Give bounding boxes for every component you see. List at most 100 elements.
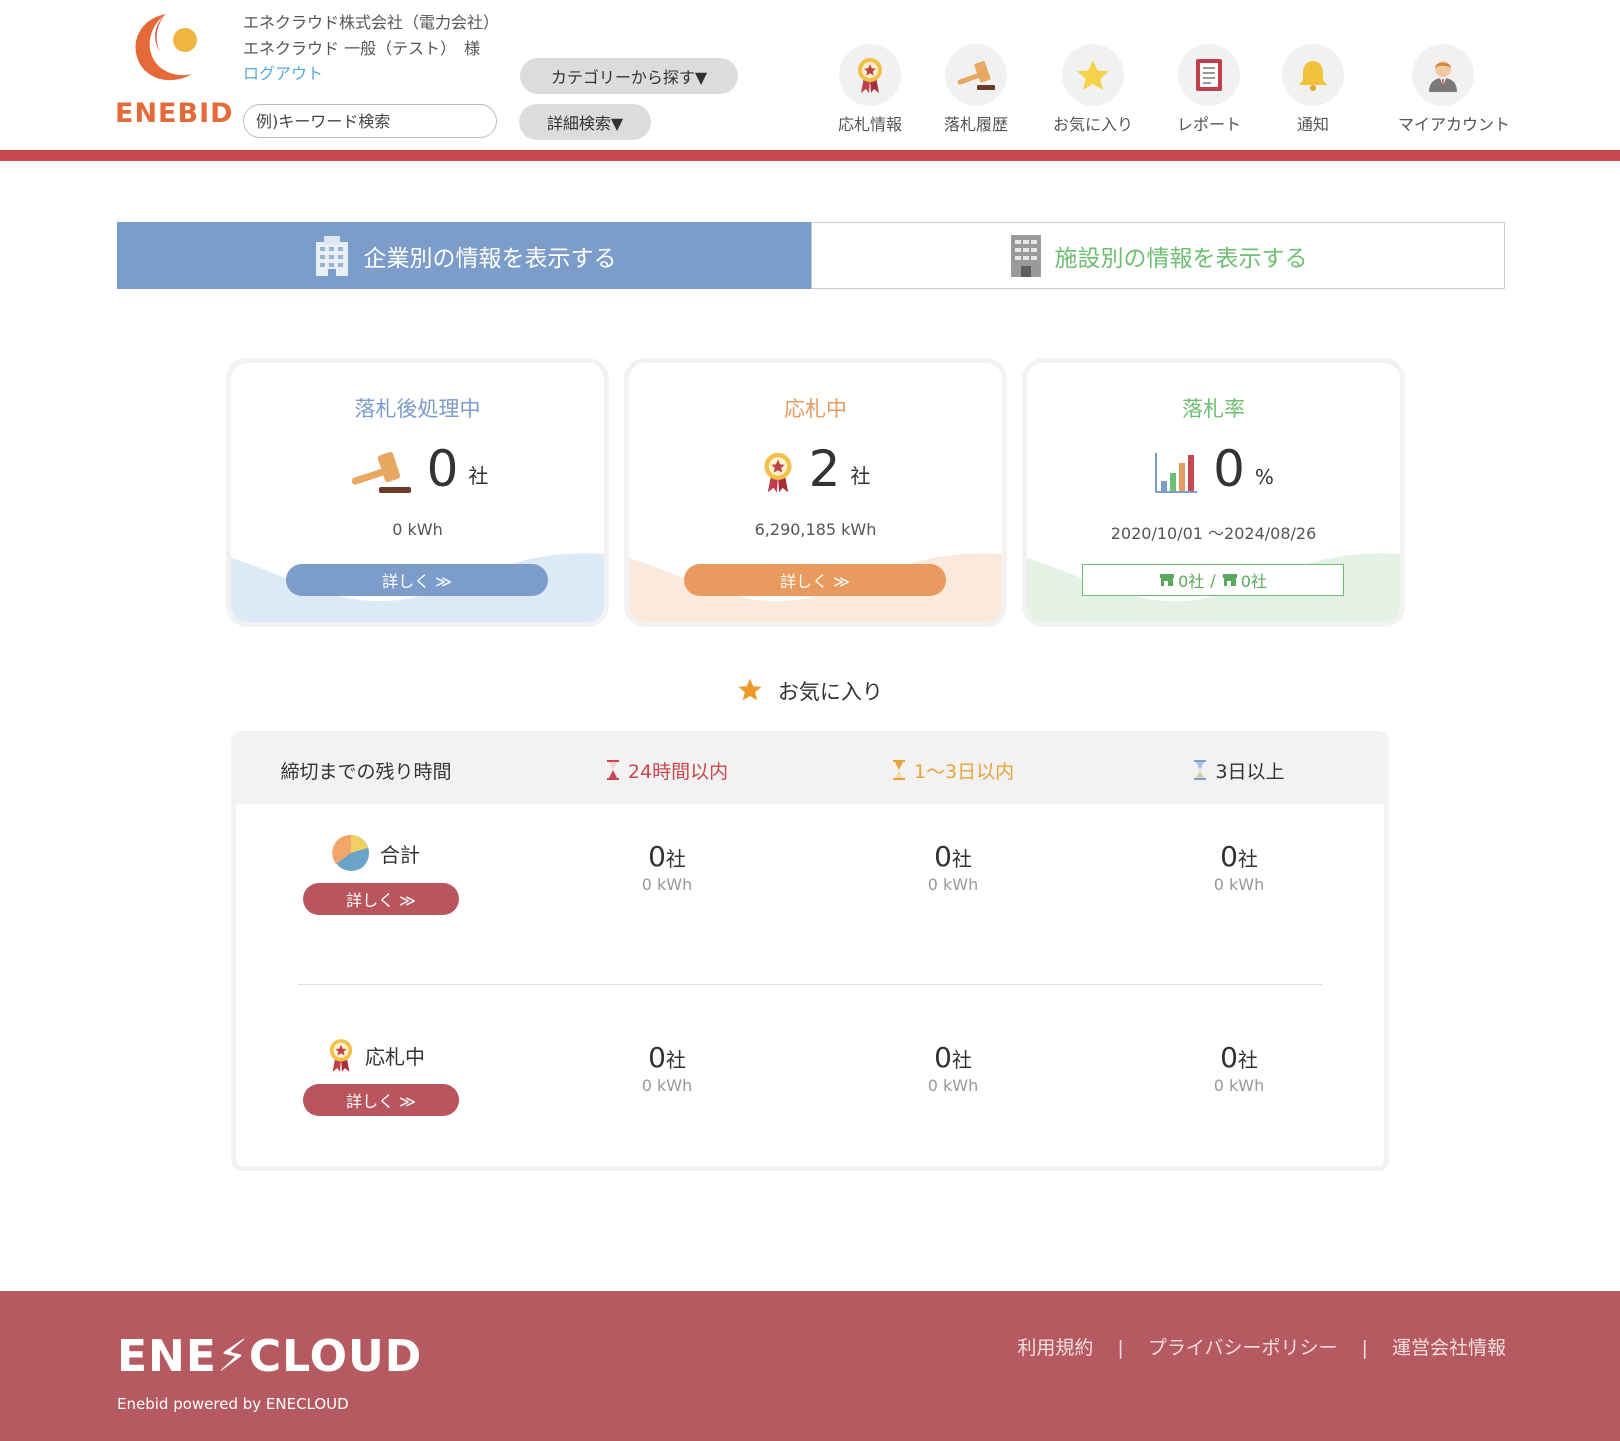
row-bidding-label: 応札中 [296,1036,456,1074]
enebid-logo-mark-icon[interactable] [128,10,208,85]
pie-chart-icon [332,834,369,871]
facility-building-icon [1010,234,1041,277]
nav-label: 応札情報 [837,115,902,134]
header-col-label: 24時間以内 [627,760,729,783]
tab-facility-view[interactable]: 施設別の情報を表示する [811,222,1505,289]
shop-icon [1160,574,1175,586]
medal-icon [763,452,792,493]
footer-separator: | [1361,1337,1368,1359]
hourglass-icon [606,760,619,780]
cell-count: 0社 [934,840,972,873]
row-bidding-details-button[interactable]: 詳しく ≫ [303,1084,459,1116]
cell-count: 0社 [1220,1041,1258,1074]
row-divider [298,984,1322,985]
report-icon [1178,44,1240,106]
detail-search-button[interactable]: 詳細検索▼ [519,104,651,140]
row-label-text: 合計 [380,842,420,867]
favorites-title: お気に入り [777,680,883,704]
table-cell: 0社 0 kWh [1139,1041,1339,1095]
table-cell: 0社 0 kWh [1139,840,1339,894]
table-cell: 0社 0 kWh [853,1041,1053,1095]
card-kwh: 6,290,185 kWh [754,520,877,539]
cell-kwh: 0 kWh [927,1076,979,1095]
nav-label: マイアカウント [1398,115,1511,134]
user-name: エネクラウド 一般（テスト） 様 [243,39,481,58]
nav-award-history[interactable]: 落札履歴 [931,44,1021,135]
rate-separator: / [1210,570,1216,590]
company-name: エネクラウド株式会社（電力会社） [243,13,500,32]
card-unit: % [1254,465,1274,489]
footer-links: 利用規約 | プライバシーポリシー | 運営会社情報 [1017,1333,1506,1360]
row-total-label: 合計 [296,834,456,872]
star-icon [738,678,762,701]
enebid-logo-text[interactable]: ENEBID [115,98,234,129]
card-unit: 社 [468,464,489,488]
table-cell: 0社 0 kWh [567,840,767,894]
favorites-table: 締切までの残り時間 24時間以内 1〜3日以内 3日以上 合計 詳しく ≫ 0社… [236,736,1384,1166]
card-title: 落札率 [1182,397,1245,421]
terms-link[interactable]: 利用規約 [1017,1337,1093,1359]
site-footer: ENE⚡CLOUD Enebid powered by ENECLOUD 利用規… [0,1291,1620,1441]
card-value: 0 [426,440,459,498]
header-col-label: 1〜3日以内 [913,760,1015,783]
card-details-button[interactable]: 詳しく ≫ [684,564,946,596]
nav-favorites[interactable]: お気に入り [1048,44,1138,135]
card-value: 2 [808,440,841,498]
table-cell: 0社 0 kWh [567,1041,767,1095]
bar-chart-icon [1155,453,1198,493]
rate-count-b: 0社 [1240,572,1267,591]
logout-link[interactable]: ログアウト [243,60,323,84]
medal-icon [329,1039,353,1072]
gavel-icon [945,44,1007,106]
header-divider [0,150,1620,161]
nav-my-account[interactable]: マイアカウント [1398,44,1511,135]
card-date-range: 2020/10/01 〜2024/08/26 [1110,524,1317,543]
gavel-icon [351,451,411,493]
cell-kwh: 0 kWh [641,1076,693,1095]
card-award-processing: 落札後処理中 0 社 0 kWh 詳しく ≫ [231,363,604,622]
nav-report[interactable]: レポート [1164,44,1254,135]
row-total-details-button[interactable]: 詳しく ≫ [303,883,459,915]
card-award-rate: 落札率 0 % 2020/10/01 〜2024/08/26 0社 / 0社 [1027,363,1400,622]
table-cell: 0社 0 kWh [853,840,1053,894]
category-search-button[interactable]: カテゴリーから探す▼ [520,58,738,94]
shop-icon [1222,574,1237,586]
cell-kwh: 0 kWh [927,875,979,894]
enecloud-logo[interactable]: ENE⚡CLOUD [117,1331,422,1382]
row-label-text: 応札中 [365,1044,425,1069]
bell-icon [1282,44,1344,106]
nav-notification[interactable]: 通知 [1268,44,1358,135]
header-1-3-days: 1〜3日以内 [853,736,1053,804]
cell-count: 0社 [1220,840,1258,873]
header-within-24h: 24時間以内 [567,736,767,804]
nav-label: 通知 [1296,115,1329,134]
favorites-table-header: 締切までの残り時間 24時間以内 1〜3日以内 3日以上 [236,736,1384,804]
cell-kwh: 0 kWh [641,875,693,894]
star-icon [1062,44,1124,106]
site-header: ENEBID エネクラウド株式会社（電力会社） エネクラウド 一般（テスト） 様… [0,0,1620,150]
keyword-search-input[interactable] [243,104,497,138]
nav-label: お気に入り [1052,115,1133,134]
medal-icon [839,44,901,106]
nav-label: 落札履歴 [943,115,1008,134]
card-rate-breakdown: 0社 / 0社 [1082,564,1344,596]
hourglass-icon [892,760,905,780]
hourglass-icon [1194,760,1207,780]
tab-facility-label: 施設別の情報を表示する [1054,245,1308,272]
privacy-policy-link[interactable]: プライバシーポリシー [1148,1337,1338,1359]
cell-kwh: 0 kWh [1213,875,1265,894]
nav-bid-info[interactable]: 応札情報 [825,44,915,135]
card-unit: 社 [850,464,871,488]
company-info-link[interactable]: 運営会社情報 [1392,1337,1506,1359]
card-kwh: 0 kWh [392,520,443,539]
favorites-heading: お気に入り [0,676,1620,706]
tab-company-label: 企業別の情報を表示する [363,245,617,272]
tab-company-view[interactable]: 企業別の情報を表示する [117,222,811,289]
rate-count-a: 0社 [1178,572,1205,591]
card-bidding: 応札中 2 社 6,290,185 kWh 詳しく ≫ [629,363,1002,622]
nav-label: レポート [1176,115,1241,134]
header-remaining-time: 締切までの残り時間 [280,760,452,783]
card-details-button[interactable]: 詳しく ≫ [286,564,548,596]
header-col-label: 3日以上 [1215,760,1285,783]
cell-count: 0社 [934,1041,972,1074]
